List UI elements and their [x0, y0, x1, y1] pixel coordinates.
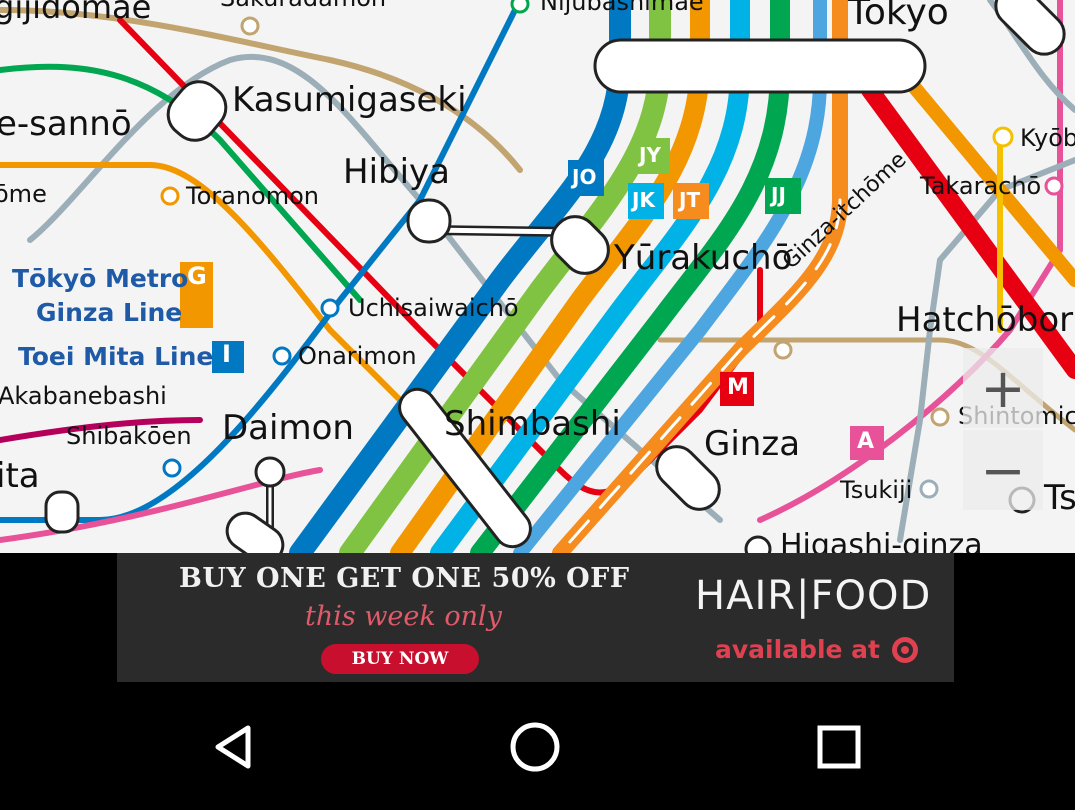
zoom-in-icon: + — [980, 356, 1026, 420]
zoom-in-button[interactable]: + — [963, 348, 1043, 428]
back-button[interactable] — [198, 712, 268, 782]
label-takaracho[interactable]: Takarachō — [920, 172, 1041, 200]
label-ts[interactable]: Ts — [1044, 478, 1075, 518]
ad-subline: this week only — [305, 601, 502, 632]
subway-map[interactable]: gijidomae Sakuradamon Nijūbashimae Tokyo… — [0, 0, 1075, 553]
legend-ginza-line-2: Ginza Line — [36, 298, 183, 327]
legend-ginza-badge: G — [187, 262, 207, 290]
zoom-out-button[interactable]: − — [963, 430, 1043, 510]
system-nav-bar — [0, 682, 1075, 810]
ad-banner[interactable]: BUY ONE GET ONE 50% OFF this week only B… — [117, 553, 954, 682]
badge-jt: JT — [679, 188, 701, 212]
ad-availability-text: available at — [715, 635, 880, 664]
label-higashi-ginza[interactable]: Higashi-ginza — [780, 528, 983, 553]
zoom-out-icon: − — [980, 438, 1026, 502]
label-kyobashi[interactable]: Kyōb — [1020, 124, 1075, 152]
label-toranomon[interactable]: Toranomon — [186, 182, 319, 210]
legend-mita-badge: I — [222, 340, 231, 368]
home-button[interactable] — [500, 712, 570, 782]
label-tsukiji[interactable]: Tsukiji — [840, 476, 912, 504]
back-icon — [215, 725, 251, 769]
legend-mita-line: Toei Mita Line — [18, 342, 214, 371]
label-jigidomae[interactable]: gijidomae — [0, 0, 151, 26]
label-uchisaiwaicho[interactable]: Uchisaiwaichō — [348, 294, 519, 322]
target-logo-icon — [892, 636, 918, 663]
ad-headline: BUY ONE GET ONE 50% OFF — [179, 563, 630, 594]
label-onarimon[interactable]: Onarimon — [298, 342, 417, 370]
ad-availability: available at — [715, 635, 918, 664]
label-hatchobori[interactable]: Hatchōbori — [896, 300, 1075, 340]
recents-button[interactable] — [804, 712, 874, 782]
label-shibakoen[interactable]: Shibakōen — [66, 422, 192, 450]
ad-buy-now-button[interactable]: BUY NOW — [321, 644, 479, 674]
label-ita[interactable]: ita — [0, 456, 40, 496]
label-ome[interactable]: ōme — [0, 180, 47, 208]
label-yamano-sanno[interactable]: e-sannō — [0, 104, 132, 144]
label-akabanebashi[interactable]: Akabanebashi — [0, 382, 167, 410]
label-sakuradamon[interactable]: Sakuradamon — [220, 0, 386, 12]
label-nijubashimae[interactable]: Nijūbashimae — [540, 0, 704, 16]
badge-jo: JO — [572, 165, 597, 189]
home-icon — [510, 722, 560, 772]
label-shimbashi[interactable]: Shimbashi — [444, 404, 621, 444]
label-hibiya[interactable]: Hibiya — [343, 152, 450, 192]
label-tokyo[interactable]: Tokyo — [848, 0, 949, 33]
recents-icon — [817, 725, 861, 769]
label-ginza[interactable]: Ginza — [704, 424, 800, 464]
ad-brand-logo: HAIR|FOOD — [695, 573, 932, 619]
badge-m: M — [727, 375, 749, 400]
label-yurakucho[interactable]: Yūrakuchō — [614, 238, 792, 278]
legend-ginza-line-1: Tōkyō Metro — [12, 264, 189, 293]
badge-jj: JJ — [771, 183, 786, 207]
label-daimon[interactable]: Daimon — [222, 408, 354, 448]
badge-jk: JK — [632, 188, 655, 212]
label-kasumigaseki[interactable]: Kasumigaseki — [232, 80, 467, 120]
badge-a: A — [857, 429, 875, 454]
badge-jy: JY — [639, 143, 661, 167]
